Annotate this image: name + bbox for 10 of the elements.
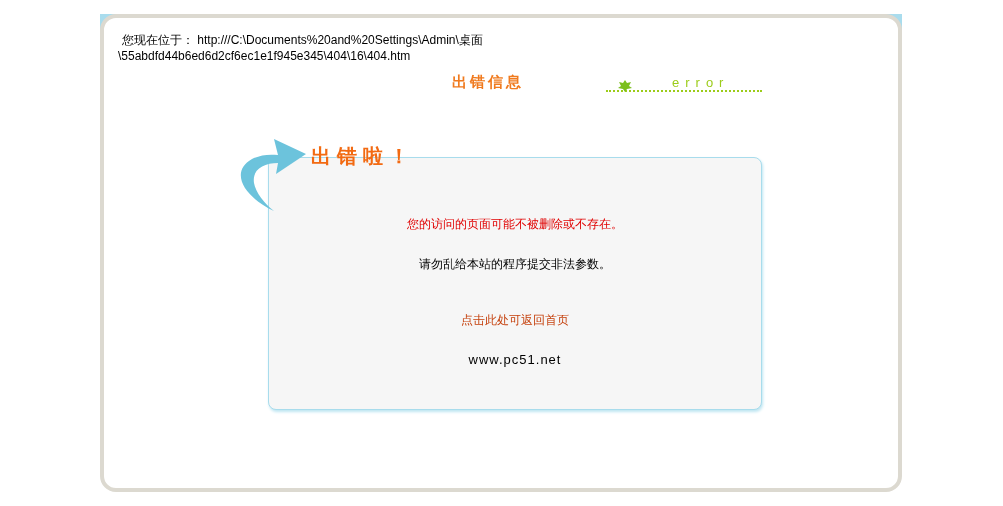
home-link[interactable]: 点击此处可返回首页 xyxy=(461,311,569,329)
error-message: 您的访问的页面可能不被删除或不存在。 xyxy=(407,216,623,233)
leaf-icon xyxy=(618,80,632,92)
error-label: error xyxy=(672,76,730,90)
location-path: \55abdfd44b6ed6d2cf6ec1e1f945e345\404\16\404.htm xyxy=(118,48,411,64)
error-heading: 出错啦！ xyxy=(311,144,415,169)
hint-message: 请勿乱给本站的程序提交非法参数。 xyxy=(419,256,611,273)
section-title: 出错信息 xyxy=(452,71,524,92)
site-address: www.pc51.net xyxy=(468,351,562,369)
location-path: 您现在位于： http:///C:\Documents%20and%20Settings\Admin\桌面 xyxy=(121,32,483,48)
